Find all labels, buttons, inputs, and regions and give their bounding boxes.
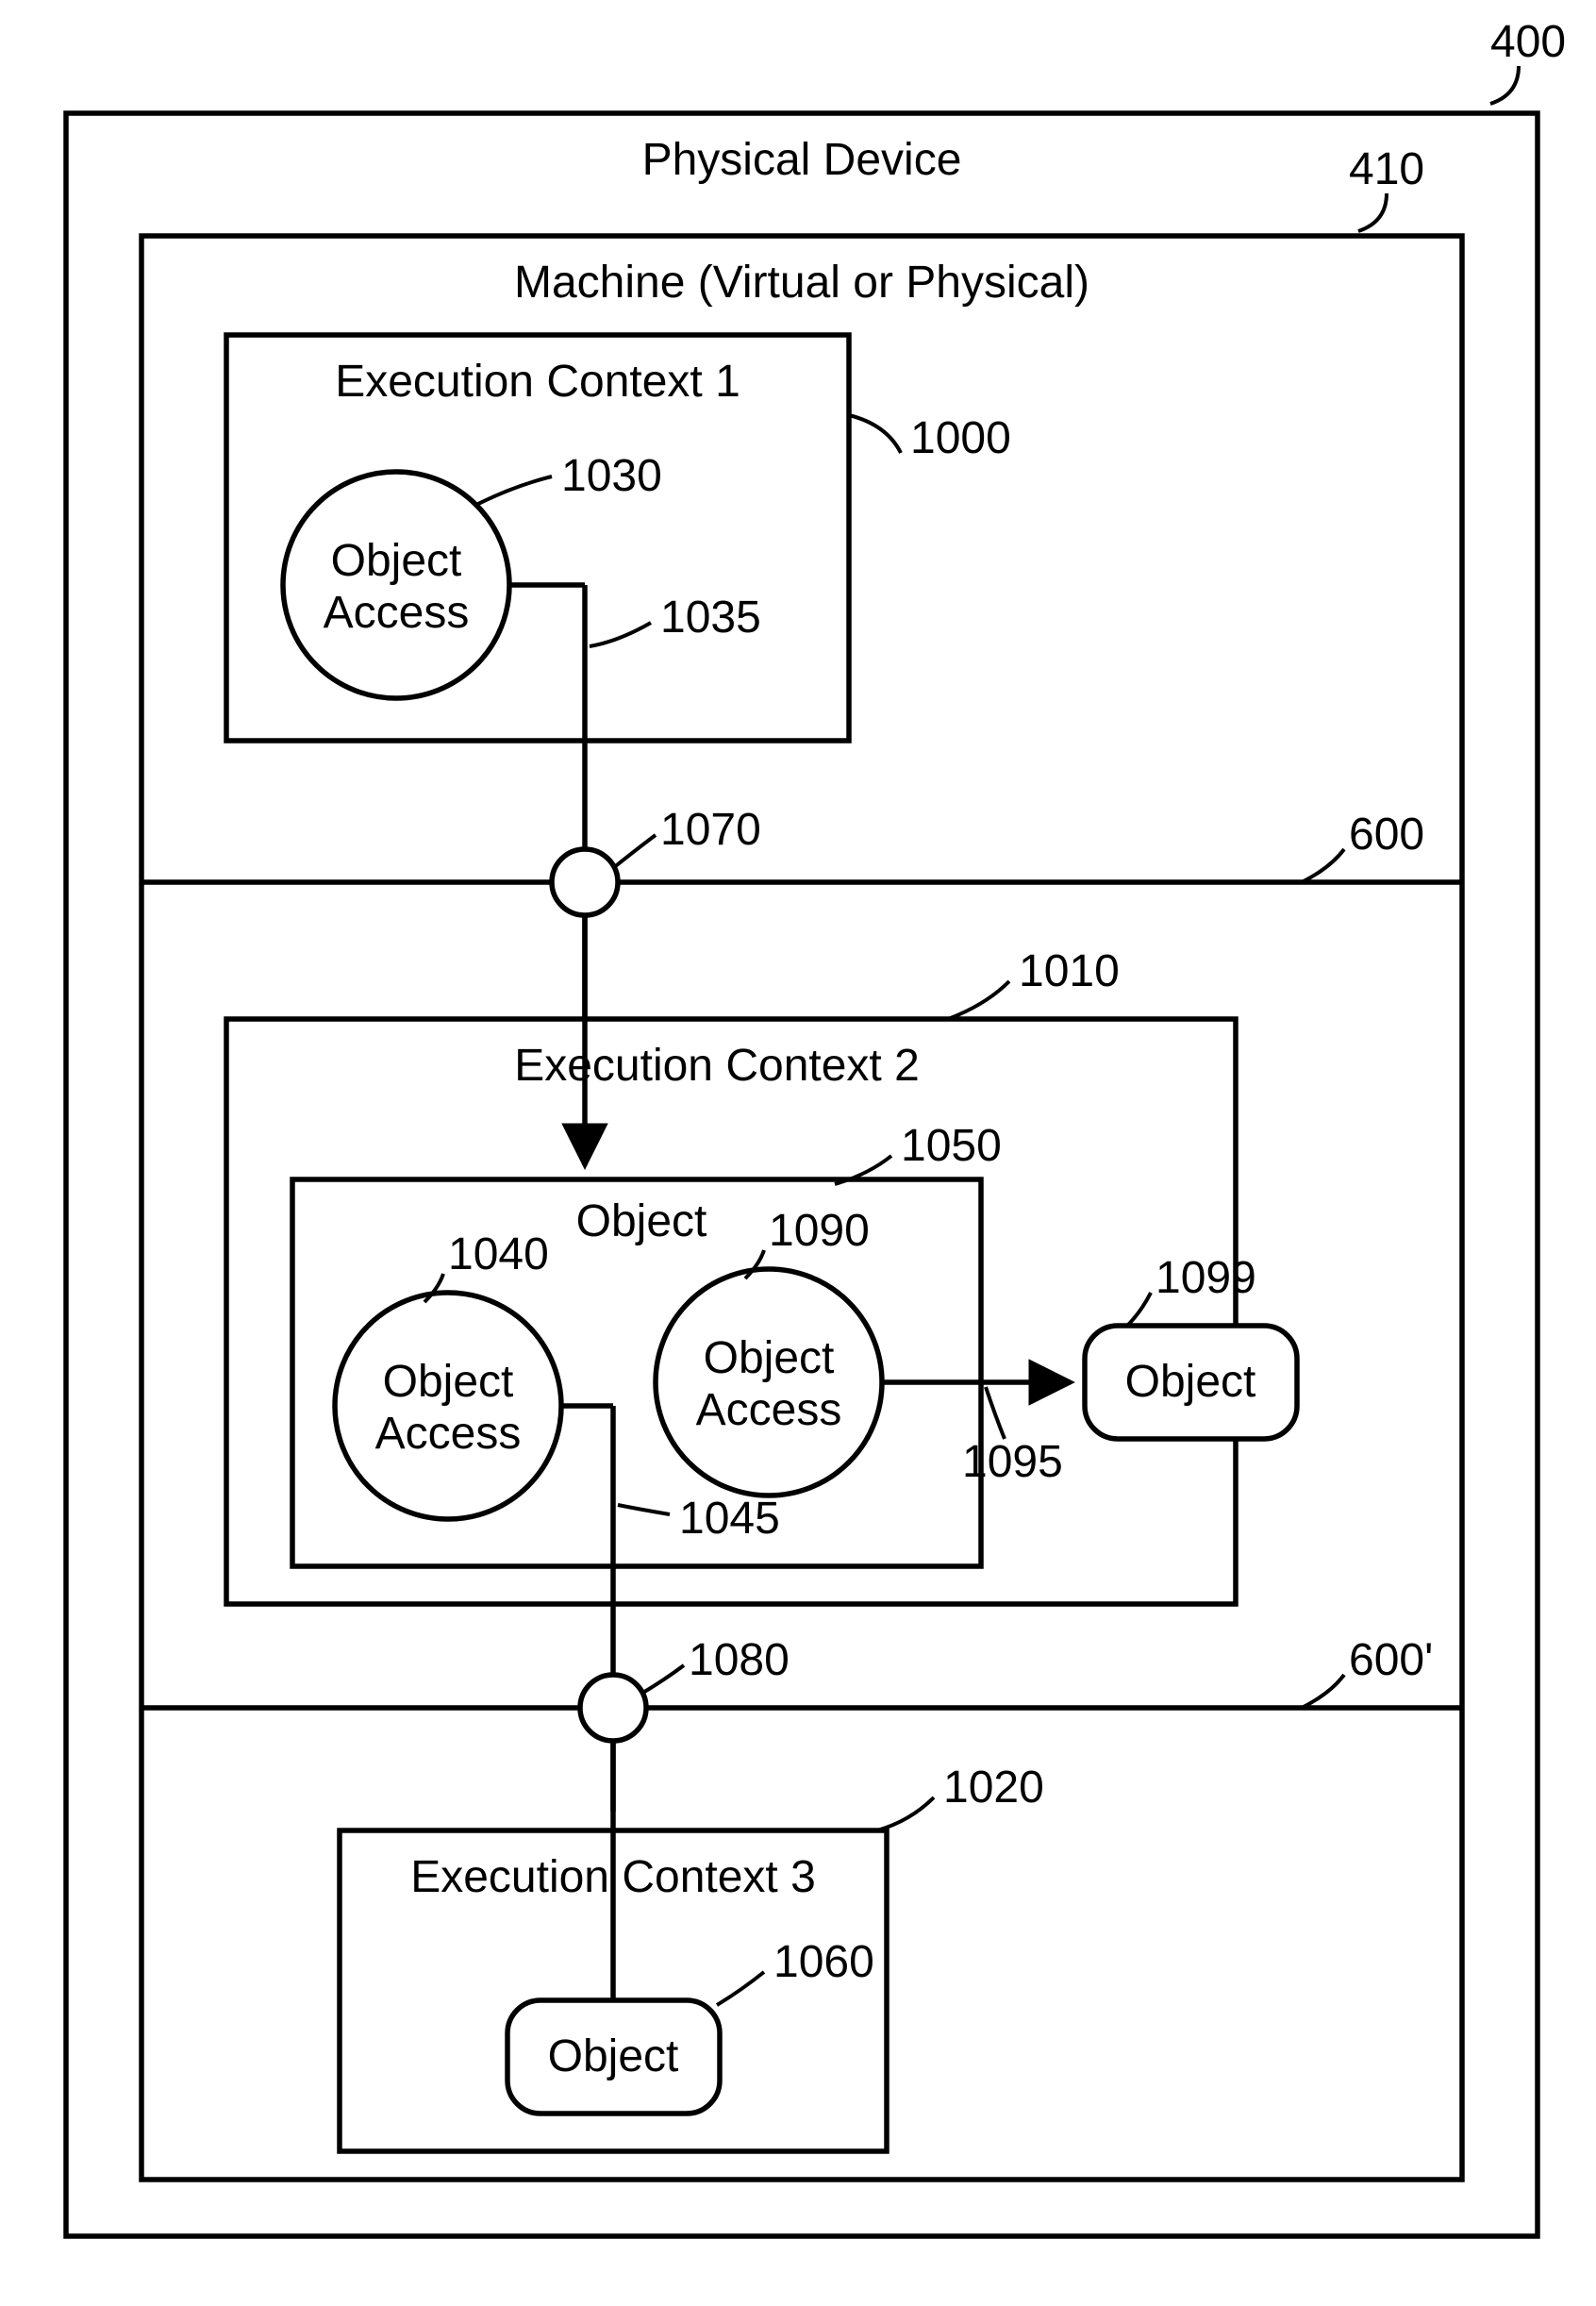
ref-1060: 1060 [773,1937,874,1987]
leader-1000 [849,415,901,453]
ec1-title: Execution Context 1 [335,357,740,407]
oa1040-l1: Object [383,1357,514,1407]
oa1090-l2: Access [696,1385,842,1435]
leader-1070 [613,835,656,868]
leader-400 [1490,66,1519,104]
leader-410 [1358,193,1387,231]
physical-device-box [66,113,1538,2236]
ec2-title: Execution Context 2 [514,1041,920,1091]
oa1040-l2: Access [375,1409,522,1459]
leader-1020 [877,1797,934,1830]
leader-1095 [986,1387,1005,1439]
leader-600 [1302,849,1344,882]
ref-600p: 600' [1349,1635,1433,1685]
ref-1030: 1030 [561,451,662,501]
machine-title: Machine (Virtual or Physical) [514,258,1089,308]
leader-600p [1302,1675,1344,1708]
leader-1080 [641,1665,684,1694]
ref-1035: 1035 [660,593,761,643]
leader-1099 [1127,1293,1151,1326]
ref-1050: 1050 [901,1121,1002,1171]
ref-1000: 1000 [910,413,1011,463]
leader-1035 [590,623,651,646]
ref-1040: 1040 [448,1229,549,1279]
ref-1010: 1010 [1019,946,1120,996]
leader-1030 [476,476,552,505]
ref-1080: 1080 [689,1635,790,1685]
oa1030-l2: Access [324,588,470,638]
ref-1095: 1095 [962,1437,1063,1487]
leader-1045 [618,1505,670,1514]
ref-400: 400 [1490,17,1566,67]
ref-600: 600 [1349,810,1424,860]
node-1080 [580,1675,646,1741]
ref-1020: 1020 [943,1763,1044,1813]
ref-410: 410 [1349,144,1424,194]
diagram-root: 400 Physical Device 410 Machine (Virtual… [0,0,1596,2306]
leader-1010 [948,981,1009,1019]
obj1060-label: Object [548,2031,679,2081]
oa1090-l1: Object [704,1333,835,1383]
ref-1045: 1045 [679,1494,780,1544]
oa1030-l1: Object [331,536,462,586]
leader-1060 [717,1972,764,2005]
obj1050-title: Object [576,1196,707,1246]
ref-1070: 1070 [660,805,761,855]
node-1070 [552,849,618,915]
ref-1099: 1099 [1155,1253,1256,1303]
obj1099-label: Object [1125,1357,1256,1407]
physical-device-title: Physical Device [642,135,962,185]
ref-1090: 1090 [769,1206,870,1256]
